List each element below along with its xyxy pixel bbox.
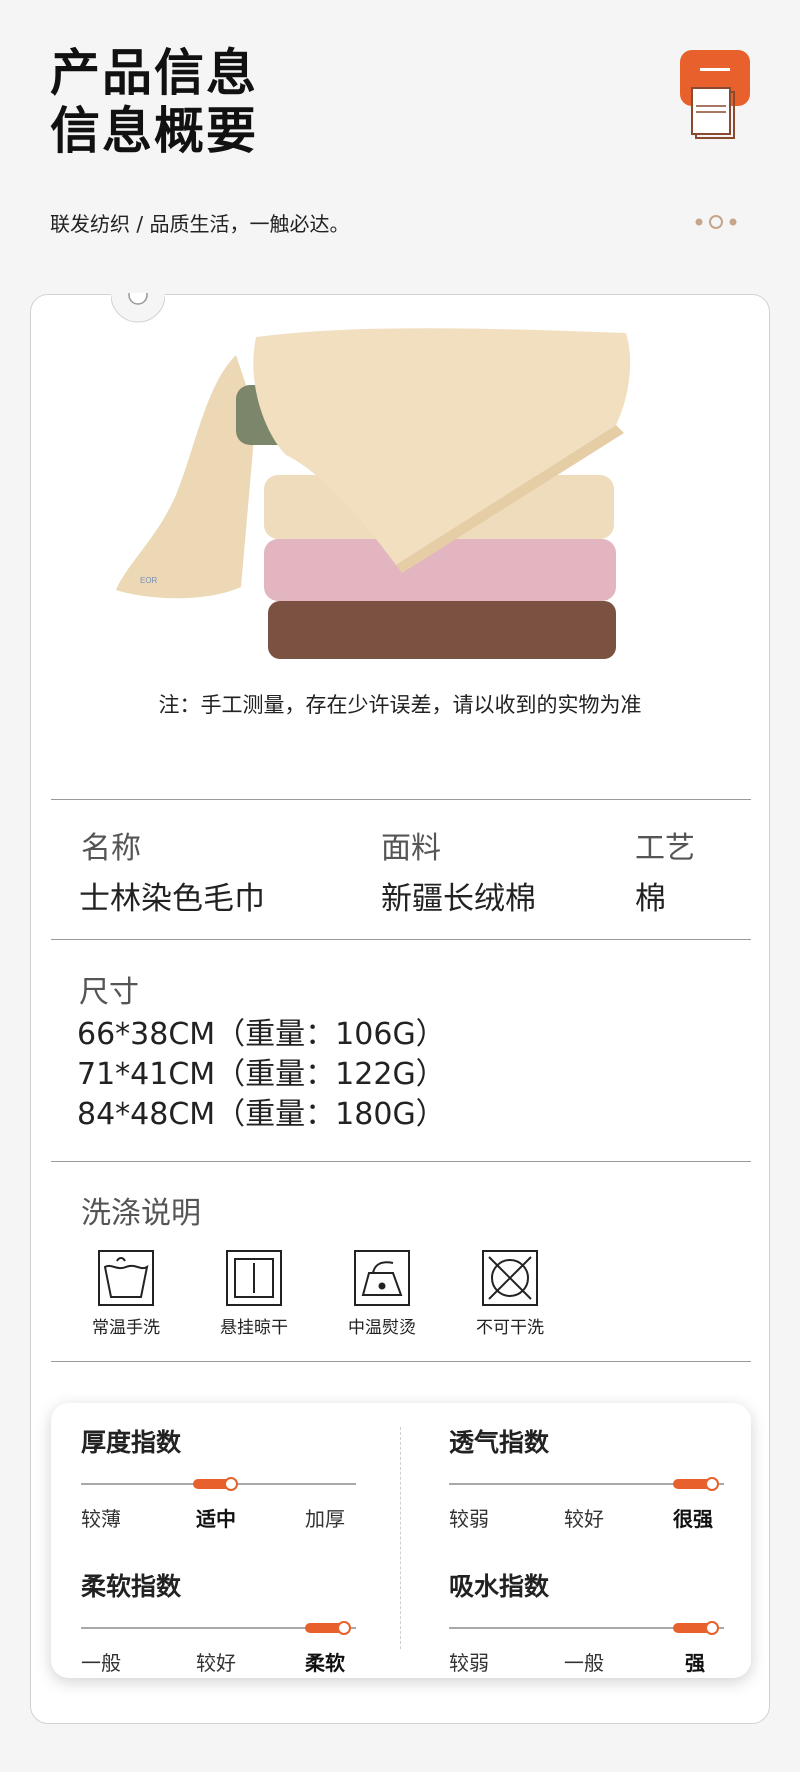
softness-index: 柔软指数 一般 较好 柔软 [81, 1567, 361, 1677]
size-line-3: 84*48CM（重量：180G） [77, 1097, 446, 1132]
pagination-dots[interactable] [694, 214, 738, 230]
index-knob [705, 1477, 719, 1491]
hand-wash-icon [98, 1250, 154, 1306]
index-level: 一般 [81, 1651, 121, 1675]
index-knob [705, 1621, 719, 1635]
info-label-fabric: 面料 [381, 831, 441, 866]
index-level: 较弱 [449, 1507, 489, 1531]
index-track [81, 1621, 356, 1635]
care-label: 洗涤说明 [81, 1196, 201, 1231]
index-level: 一般 [564, 1651, 604, 1675]
index-panel: 厚度指数 较薄 适中 加厚 透气指数 较弱 较好 很强 柔软指数 一般 较好 柔… [51, 1403, 751, 1678]
towel-image: EOR [116, 328, 631, 659]
index-knob [337, 1621, 351, 1635]
care-text: 中温熨烫 [348, 1318, 416, 1338]
thickness-index: 厚度指数 较薄 适中 加厚 [81, 1423, 361, 1533]
index-level: 较好 [564, 1507, 604, 1531]
index-level-selected: 强 [685, 1651, 705, 1675]
index-title: 吸水指数 [449, 1572, 550, 1601]
care-text: 悬挂晾干 [220, 1318, 288, 1338]
index-track [449, 1621, 724, 1635]
info-label-craft: 工艺 [635, 831, 695, 866]
towel-icon [680, 50, 750, 139]
breathability-index: 透气指数 较弱 较好 很强 [449, 1423, 729, 1533]
hang-dry-icon [226, 1250, 282, 1306]
divider [51, 799, 751, 800]
index-level: 较薄 [81, 1507, 121, 1531]
title-line-2: 信息概要 [50, 102, 258, 160]
index-level: 加厚 [305, 1507, 345, 1531]
index-level-selected: 适中 [196, 1507, 236, 1531]
info-value-name: 士林染色毛巾 [79, 881, 265, 917]
index-knob [224, 1477, 238, 1491]
index-title: 透气指数 [449, 1428, 550, 1457]
index-title: 厚度指数 [81, 1428, 182, 1457]
index-level-selected: 很强 [673, 1507, 713, 1531]
care-item: 不可干洗 [455, 1249, 565, 1338]
care-text: 不可干洗 [476, 1318, 544, 1338]
size-line-2: 71*41CM（重量：122G） [77, 1057, 446, 1092]
card-notch [111, 293, 165, 323]
care-item: 中温熨烫 [327, 1249, 437, 1338]
absorbency-index: 吸水指数 较弱 一般 强 [449, 1567, 729, 1677]
iron-medium-icon [354, 1250, 410, 1306]
size-line-1: 66*38CM（重量：106G） [77, 1017, 446, 1052]
index-level: 较好 [196, 1651, 236, 1675]
care-item: 悬挂晾干 [199, 1249, 309, 1338]
divider [51, 1161, 751, 1162]
page-title: 产品信息 信息概要 [50, 44, 258, 160]
measurement-note: 注：手工测量，存在少许误差，请以收到的实物为准 [158, 693, 642, 717]
info-value-craft: 棉 [635, 881, 666, 917]
title-line-1: 产品信息 [50, 44, 258, 102]
svg-text:EOR: EOR [140, 576, 158, 585]
index-title: 柔软指数 [81, 1572, 182, 1601]
size-label: 尺寸 [79, 975, 139, 1010]
index-track [449, 1477, 724, 1491]
index-level: 较弱 [449, 1651, 489, 1675]
info-label-name: 名称 [81, 831, 141, 866]
care-item: 常温手洗 [71, 1249, 181, 1338]
index-level-selected: 柔软 [305, 1651, 345, 1675]
divider [51, 939, 751, 940]
care-text: 常温手洗 [92, 1318, 160, 1338]
divider [51, 1361, 751, 1362]
subtitle: 联发纺织 / 品质生活，一触必达。 [50, 212, 350, 236]
info-value-fabric: 新疆长绒棉 [381, 881, 536, 917]
index-track [81, 1477, 356, 1491]
panel-separator [400, 1427, 401, 1649]
product-card: EOR 注：手工测量，存在少许误差，请以收到的实物为准 名称 士林染色毛巾 面料… [30, 293, 770, 1724]
no-dry-clean-icon [482, 1250, 538, 1306]
